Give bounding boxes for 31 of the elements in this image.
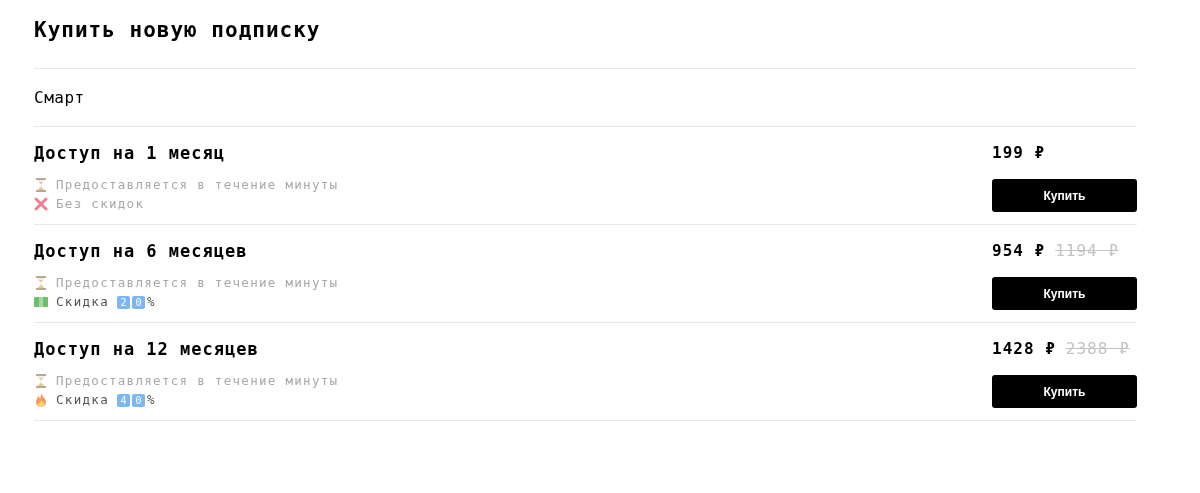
- price: 199 ₽: [992, 143, 1046, 163]
- hourglass-icon: [34, 373, 48, 388]
- feature-text: Скидка: [56, 392, 109, 407]
- old-price: 2388 ₽: [1065, 339, 1130, 359]
- plan-name: Доступ на 1 месяц: [34, 143, 226, 163]
- digit-badge: 4: [116, 394, 130, 407]
- section-title: Смарт: [34, 88, 85, 107]
- buy-button[interactable]: Купить: [992, 277, 1137, 310]
- digit-badge: 0: [131, 296, 145, 309]
- feature-text: Предоставляется в течение минуты: [56, 275, 339, 290]
- buy-button[interactable]: Купить: [992, 179, 1137, 212]
- feature-text: Предоставляется в течение минуты: [56, 373, 339, 388]
- price: 1428 ₽: [992, 339, 1056, 359]
- hourglass-icon: [34, 275, 48, 290]
- price: 954 ₽: [992, 241, 1046, 261]
- digit-badge: 2: [116, 296, 130, 309]
- percent-sign: %: [146, 392, 156, 407]
- feature-text: Предоставляется в течение минуты: [56, 177, 339, 192]
- feature-text: Скидка: [56, 294, 109, 309]
- buy-button[interactable]: Купить: [992, 375, 1137, 408]
- banknote-icon: [34, 296, 48, 307]
- cross-icon: [34, 196, 48, 211]
- page-title: Купить новую подписку: [34, 17, 322, 44]
- digit-badge: 0: [131, 394, 145, 407]
- feature-text: Без скидок: [56, 196, 145, 211]
- percent-sign: %: [146, 294, 156, 309]
- old-price: 1194 ₽: [1055, 241, 1119, 261]
- plan-name: Доступ на 12 месяцев: [34, 339, 260, 359]
- plan-name: Доступ на 6 месяцев: [34, 241, 249, 261]
- hourglass-icon: [34, 177, 48, 192]
- fire-icon: [34, 392, 48, 407]
